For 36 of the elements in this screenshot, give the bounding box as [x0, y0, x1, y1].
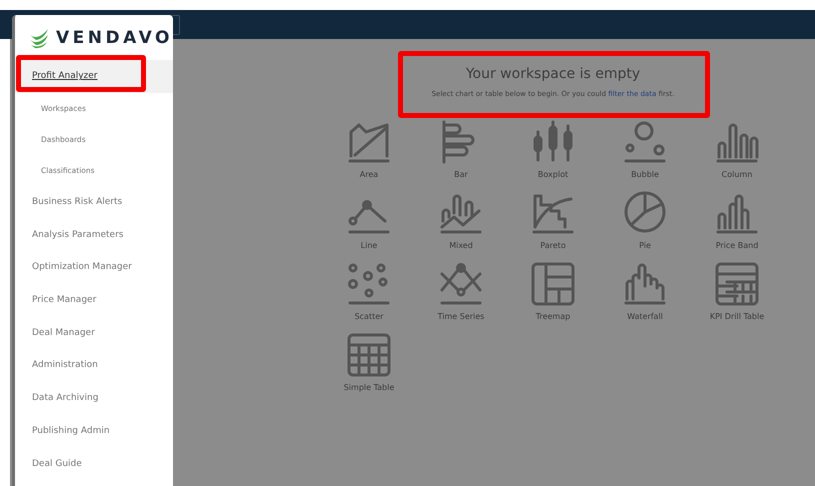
nav-item[interactable]: Deal Manager	[15, 316, 173, 350]
nav-item[interactable]: Optimization Manager	[15, 251, 173, 284]
chart-type-button[interactable]: Column	[691, 120, 783, 179]
boxplot-icon	[531, 120, 575, 164]
nav-item[interactable]: Data Archiving	[15, 382, 173, 414]
chart-type-button[interactable]: Mixed	[415, 191, 507, 250]
chart-type-button[interactable]: Bar	[415, 120, 507, 179]
chart-type-button[interactable]: Scatter	[323, 262, 415, 321]
nav-item[interactable]: Price Manager	[15, 284, 173, 316]
chart-type-button[interactable]: Price Band	[691, 191, 783, 250]
scatter-chart-icon	[347, 262, 391, 306]
chart-type-button[interactable]: Pie	[599, 191, 691, 250]
chart-type-button[interactable]: Line	[323, 191, 415, 250]
nav-item[interactable]: Publishing Admin	[15, 414, 173, 448]
nav-item[interactable]: Deal Guide	[15, 447, 173, 480]
empty-title: Your workspace is empty	[466, 66, 640, 82]
chart-type-button[interactable]: Boxplot	[507, 120, 599, 179]
nav-item[interactable]: Administration	[15, 349, 173, 382]
chart-type-button[interactable]: Area	[323, 120, 415, 179]
table-icon	[347, 333, 391, 377]
kpi-table-icon	[715, 262, 759, 306]
chart-type-button[interactable]: Time Series	[415, 262, 507, 321]
chart-type-button[interactable]: Bubble	[599, 120, 691, 179]
treemap-icon	[531, 262, 575, 306]
chart-type-button[interactable]: KPI Drill Table	[691, 262, 783, 321]
chart-type-button[interactable]: Treemap	[507, 262, 599, 321]
chart-type-button[interactable]: Waterfall	[599, 262, 691, 321]
waterfall-chart-icon	[623, 262, 667, 306]
logo-text: VENDAVO	[56, 28, 173, 48]
chart-type-button[interactable]: Simple Table	[323, 333, 415, 392]
nav-item[interactable]: Analysis Parameters	[15, 218, 173, 252]
pie-chart-icon	[623, 191, 667, 235]
time-series-icon	[439, 262, 483, 306]
chart-type-button[interactable]: Pareto	[507, 191, 599, 250]
nav-item[interactable]: Business Risk Alerts	[15, 186, 173, 218]
bubble-chart-icon	[623, 120, 667, 164]
